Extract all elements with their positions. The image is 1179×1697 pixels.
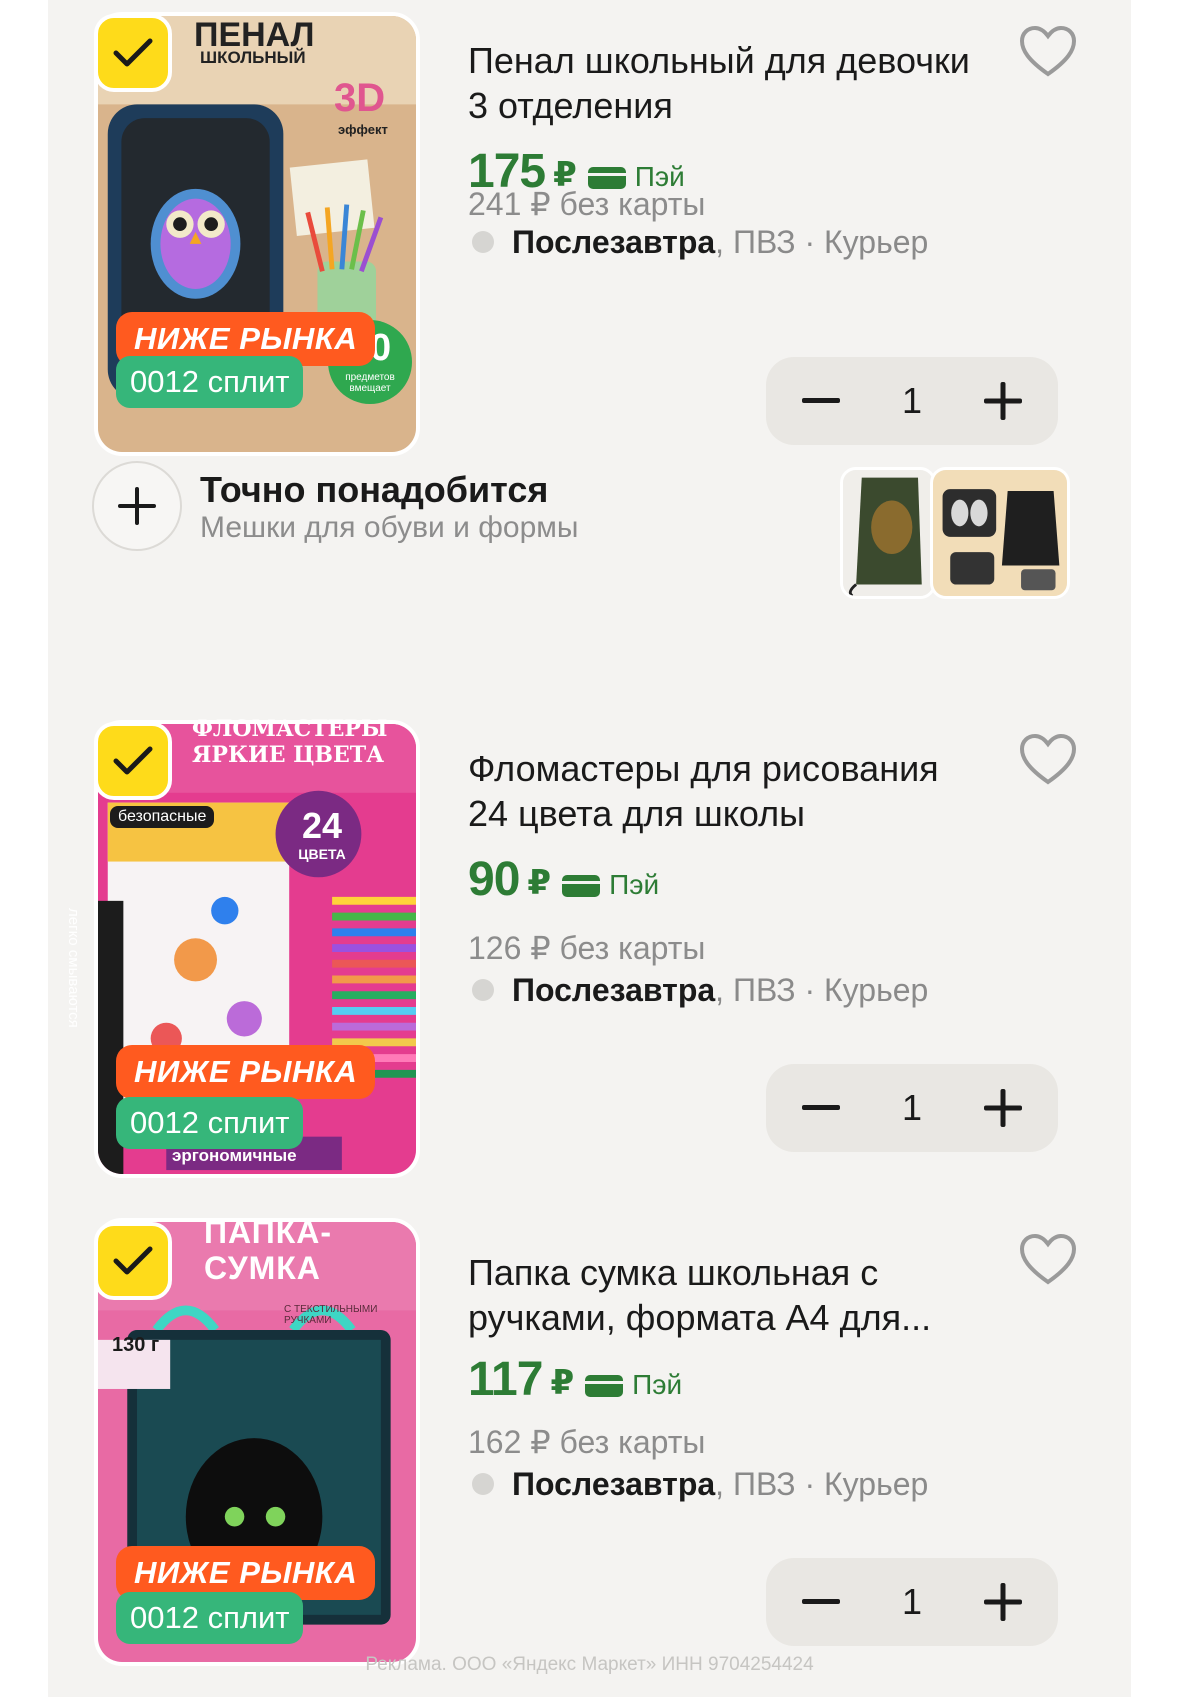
select-checkbox[interactable] (94, 722, 172, 800)
delivery-status-dot (472, 979, 494, 1001)
delivery-info: Послезавтра , ПВЗ · Курьер (472, 1464, 928, 1504)
heart-icon[interactable] (1018, 732, 1078, 788)
plus-icon (984, 382, 1022, 420)
pay-card-icon (585, 1375, 624, 1397)
image-label-wash: легко смываются (65, 908, 82, 1028)
delivery-info: Послезавтра , ПВЗ · Курьер (472, 970, 928, 1010)
price-row: 90 ₽ Пэй (468, 852, 659, 908)
quantity-stepper: 1 (766, 1064, 1058, 1152)
image-subtitle: ЯРКИЕ ЦВЕТА (192, 742, 385, 768)
price-currency: ₽ (527, 864, 552, 902)
price-currency: ₽ (550, 1364, 575, 1402)
check-icon (113, 38, 153, 67)
check-icon (113, 1246, 153, 1275)
price-without-card: 162 ₽ без карты (468, 1424, 706, 1460)
image-label-handles: С ТЕКСТИЛЬНЫМИ РУЧКАМИ (284, 1304, 378, 1326)
price-without-card: 241 ₽ без карты (468, 186, 706, 222)
image-label-safe: безопасные (110, 806, 215, 828)
decrease-button[interactable] (796, 1083, 846, 1133)
delivery-day: Послезавтра (512, 972, 716, 1008)
delivery-day: Послезавтра (512, 1466, 716, 1502)
cart-screen: ПЕНАЛ ШКОЛЬНЫЙ 3D эффект 50 предметов вм… (48, 0, 1131, 1697)
plus-icon (984, 1089, 1022, 1127)
pay-card-icon (562, 875, 601, 897)
price-row: 117 ₽ Пэй (468, 1352, 682, 1408)
price-value: 117 (468, 1353, 543, 1406)
select-checkbox[interactable] (94, 14, 172, 92)
add-suggestion-button[interactable] (92, 461, 182, 551)
increase-button[interactable] (978, 1577, 1028, 1627)
below-market-badge: НИЖЕ РЫНКА (116, 1045, 376, 1099)
decrease-button[interactable] (796, 1577, 846, 1627)
decrease-button[interactable] (796, 376, 846, 426)
minus-icon (802, 1105, 840, 1110)
suggestion-image-1[interactable] (840, 467, 936, 599)
image-label-ergo: эргономичные (172, 1146, 297, 1165)
image-title: ПАПКА- (204, 1214, 332, 1250)
increase-button[interactable] (978, 1083, 1028, 1133)
image-colors-badge: 24 ЦВЕТА (298, 805, 346, 863)
quantity-value: 1 (901, 1581, 923, 1622)
delivery-info: Послезавтра , ПВЗ · Курьер (472, 222, 928, 262)
suggestion-title: Точно понадобится (200, 469, 549, 510)
ad-disclaimer: Реклама. ООО «Яндекс Маркет» ИНН 9704254… (365, 1654, 814, 1675)
split-badge: 0012 сплит (116, 1592, 304, 1644)
image-title: ФЛОМАСТЕРЫ (192, 716, 388, 742)
split-badge: 0012 сплит (116, 1097, 304, 1149)
suggestion-image-2[interactable] (930, 467, 1070, 599)
delivery-day: Послезавтра (512, 224, 716, 260)
pay-label: Пэй (609, 869, 660, 900)
quantity-stepper: 1 (766, 1558, 1058, 1646)
price-value: 90 (468, 853, 520, 906)
delivery-methods: , ПВЗ · Курьер (715, 1466, 929, 1502)
product-title[interactable]: Фломастеры для рисования 24 цвета для шк… (468, 746, 988, 836)
heart-icon[interactable] (1018, 24, 1078, 80)
split-badge: 0012 сплит (116, 356, 304, 408)
increase-button[interactable] (978, 376, 1028, 426)
quantity-value: 1 (901, 380, 923, 421)
image-effect: эффект (338, 122, 388, 137)
delivery-methods: , ПВЗ · Курьер (715, 972, 929, 1008)
plus-icon (984, 1583, 1022, 1621)
image-weight: 130 г (112, 1334, 160, 1356)
suggestion-subtitle: Мешки для обуви и формы (200, 511, 579, 544)
delivery-methods: , ПВЗ · Курьер (715, 224, 929, 260)
image-subtitle: СУМКА (204, 1250, 321, 1286)
quantity-value: 1 (901, 1087, 923, 1128)
heart-icon[interactable] (1018, 1232, 1078, 1288)
suggestion-row[interactable]: Точно понадобится Мешки для обуви и форм… (48, 455, 1131, 605)
quantity-stepper: 1 (766, 357, 1058, 445)
delivery-status-dot (472, 1473, 494, 1495)
check-icon (113, 746, 153, 775)
image-3d: 3D (334, 76, 386, 120)
select-checkbox[interactable] (94, 1222, 172, 1300)
price-without-card: 126 ₽ без карты (468, 930, 706, 966)
add-icon (118, 487, 156, 525)
product-title[interactable]: Папка сумка школьная с ручками, формата … (468, 1250, 988, 1340)
delivery-status-dot (472, 231, 494, 253)
minus-icon (802, 398, 840, 403)
minus-icon (802, 1599, 840, 1604)
pay-label: Пэй (632, 1369, 683, 1400)
product-title[interactable]: Пенал школьный для девочки 3 отделения (468, 38, 988, 128)
image-subtitle: ШКОЛЬНЫЙ (200, 48, 306, 67)
